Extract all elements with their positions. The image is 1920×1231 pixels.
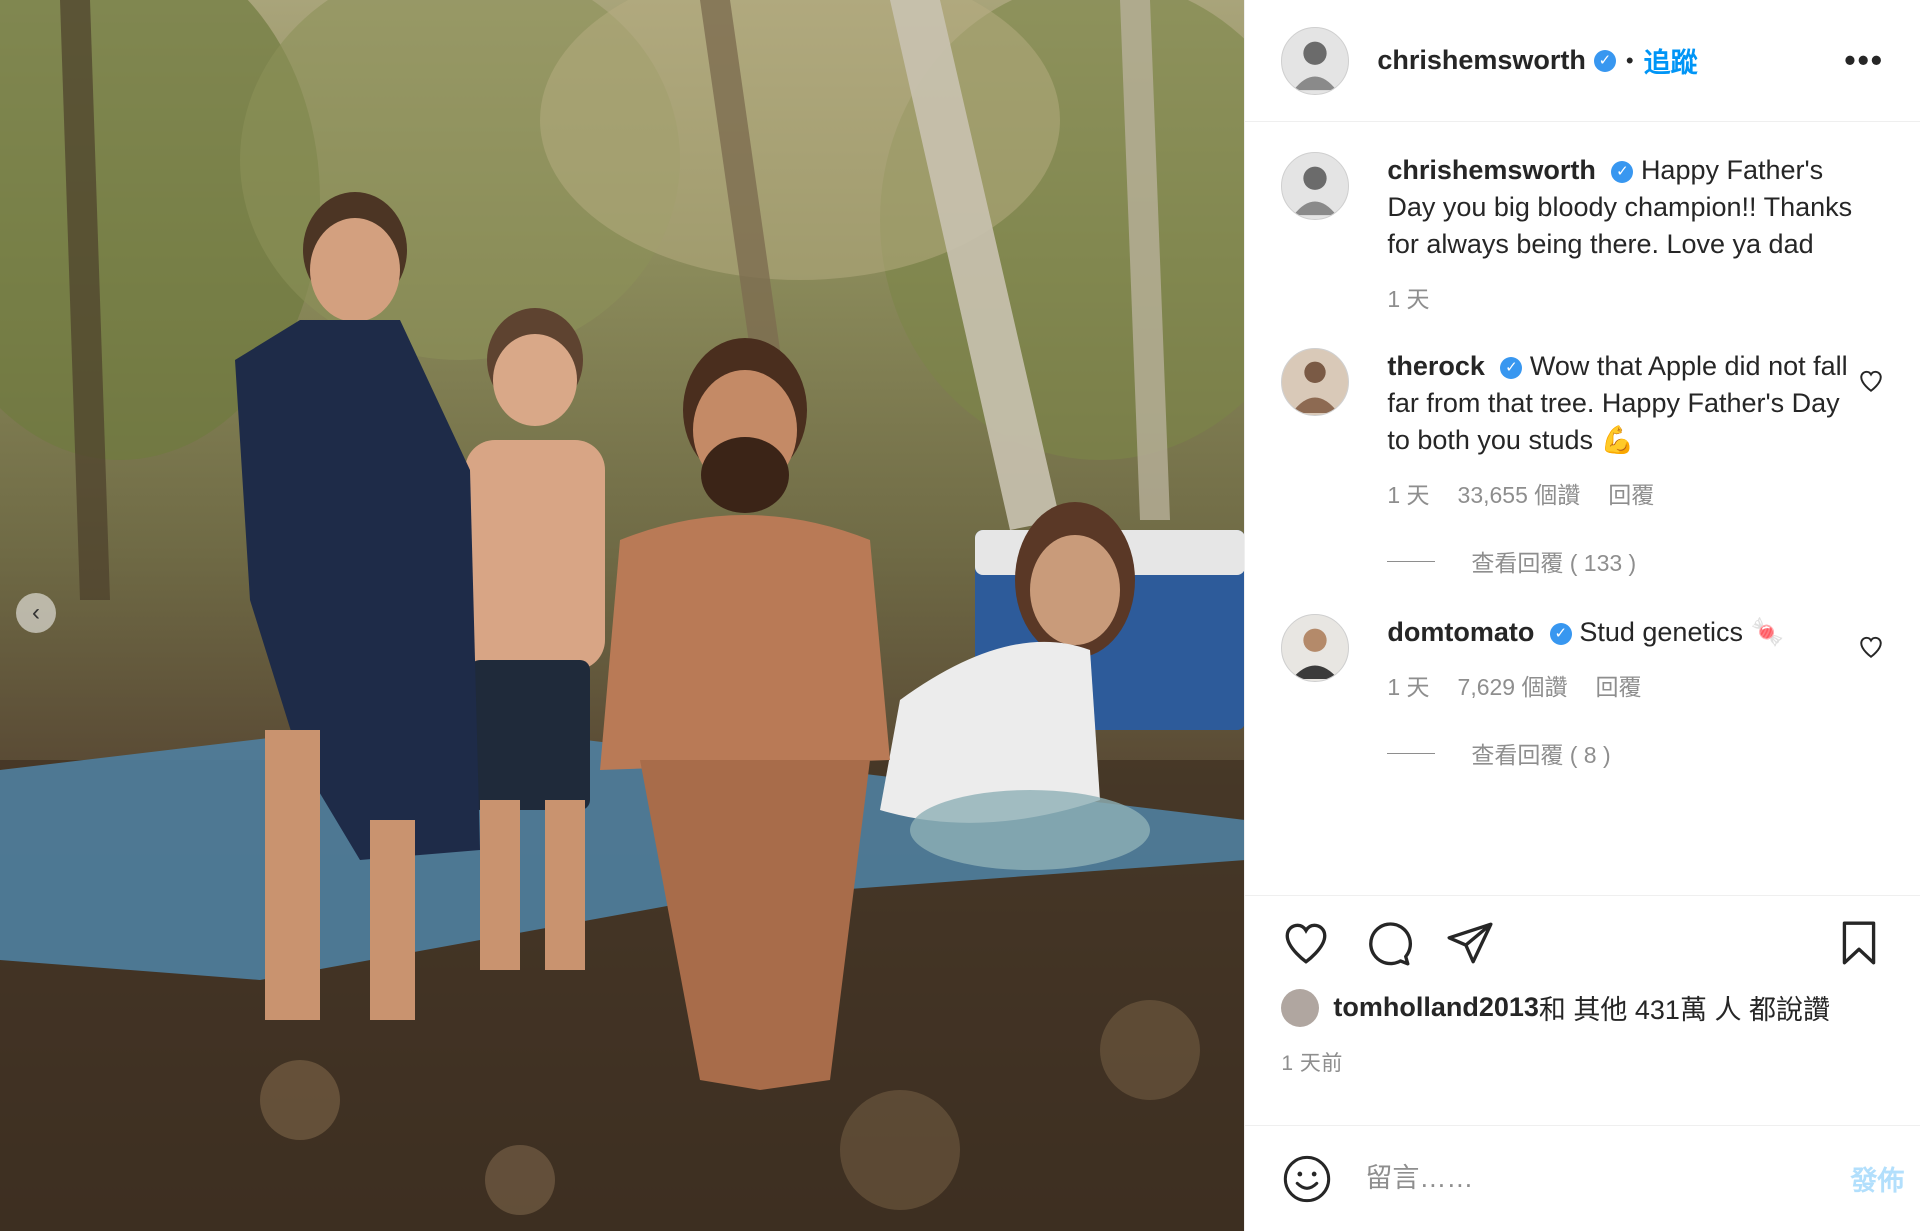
comments-list[interactable]: chrishemsworth ✓ Happy Father's Day you …	[1245, 122, 1920, 895]
comment-meta: 1 天 7,629 個讚 回覆	[1387, 669, 1857, 706]
view-replies-label: 查看回覆 ( 133 )	[1471, 550, 1637, 576]
family-photo-illustration	[0, 0, 1245, 1231]
view-replies-label: 查看回覆 ( 8 )	[1471, 742, 1611, 768]
caption-body: chrishemsworth ✓ Happy Father's Day you …	[1387, 152, 1857, 318]
action-icons	[1281, 918, 1884, 968]
commenter-avatar-therock[interactable]	[1281, 348, 1350, 416]
view-replies-button[interactable]: 查看回覆 ( 133 )	[1387, 544, 1884, 578]
caption-meta: 1 天	[1387, 281, 1857, 318]
verified-badge-icon: ✓	[1611, 160, 1634, 183]
commenter-avatar-domtomato[interactable]	[1281, 614, 1350, 682]
avatar-portrait-icon	[1282, 615, 1349, 681]
post-photo[interactable]: ‹	[0, 0, 1245, 1231]
reply-button[interactable]: 回覆	[1608, 477, 1654, 514]
caption-author-avatar[interactable]	[1281, 152, 1350, 220]
like-heart-icon[interactable]	[1281, 918, 1331, 968]
like-comment-heart-icon[interactable]	[1858, 368, 1884, 394]
comment-item: domtomato ✓ Stud genetics 🍬 1 天 7,629 個讚…	[1281, 614, 1884, 706]
add-comment-bar: 發佈	[1245, 1125, 1920, 1231]
author-avatar[interactable]	[1281, 26, 1350, 95]
share-paper-plane-icon[interactable]	[1445, 918, 1495, 968]
view-replies-button[interactable]: 查看回覆 ( 8 )	[1387, 736, 1884, 770]
reply-button[interactable]: 回覆	[1595, 669, 1641, 706]
caption-comment: chrishemsworth ✓ Happy Father's Day you …	[1281, 152, 1884, 318]
comment-age[interactable]: 1 天	[1387, 477, 1429, 514]
comment-body: domtomato ✓ Stud genetics 🍬 1 天 7,629 個讚…	[1387, 614, 1857, 706]
comment-age[interactable]: 1 天	[1387, 669, 1429, 706]
comment-text: Stud genetics 🍬	[1579, 617, 1785, 647]
avatar-portrait-icon	[1282, 27, 1349, 94]
verified-badge-icon: ✓	[1500, 356, 1523, 379]
avatar-portrait-icon	[1282, 153, 1349, 219]
post-header: chrishemsworth ✓ • 追蹤 •••	[1245, 0, 1920, 122]
comment-input[interactable]	[1363, 1162, 1851, 1195]
like-comment-heart-icon[interactable]	[1858, 634, 1884, 660]
carousel-prev-button[interactable]: ‹	[16, 593, 56, 633]
comment-like-count[interactable]: 7,629 個讚	[1458, 669, 1568, 706]
post-actions: tomholland2013 和 其他 431萬 人 都說讚 1 天前	[1245, 895, 1920, 1125]
more-options-icon[interactable]: •••	[1844, 42, 1884, 79]
post-comment-button[interactable]: 發佈	[1850, 1159, 1904, 1198]
save-bookmark-icon[interactable]	[1834, 918, 1884, 968]
liker-username[interactable]: tomholland2013	[1333, 992, 1539, 1023]
caption-username[interactable]: chrishemsworth	[1387, 155, 1596, 185]
likes-rest-text[interactable]: 和 其他 431萬 人 都說讚	[1539, 988, 1830, 1027]
comment-item: therock ✓ Wow that Apple did not fall fa…	[1281, 348, 1884, 514]
author-username[interactable]: chrishemsworth	[1377, 45, 1586, 76]
comment-username[interactable]: therock	[1387, 351, 1485, 381]
comment-bubble-icon[interactable]	[1363, 918, 1413, 968]
verified-badge-icon: ✓	[1593, 49, 1616, 72]
comment-like-count[interactable]: 33,655 個讚	[1458, 477, 1581, 514]
post-timestamp[interactable]: 1 天前	[1281, 1047, 1884, 1077]
comment-username[interactable]: domtomato	[1387, 617, 1534, 647]
liker-avatar[interactable]	[1281, 988, 1320, 1027]
emoji-smiley-icon[interactable]	[1281, 1153, 1333, 1205]
replies-divider-line	[1387, 560, 1436, 562]
avatar-portrait-icon	[1282, 349, 1349, 415]
verified-badge-icon: ✓	[1549, 622, 1572, 645]
instagram-post-view: ‹ chrishemsworth ✓ • 追蹤 ••• chrishemswor…	[0, 0, 1920, 1231]
caption-age[interactable]: 1 天	[1387, 281, 1429, 318]
likes-summary: tomholland2013 和 其他 431萬 人 都說讚	[1281, 988, 1884, 1027]
follow-button[interactable]: 追蹤	[1644, 41, 1698, 80]
comment-body: therock ✓ Wow that Apple did not fall fa…	[1387, 348, 1857, 514]
separator-dot: •	[1625, 47, 1634, 73]
replies-divider-line	[1387, 752, 1436, 754]
post-details-panel: chrishemsworth ✓ • 追蹤 ••• chrishemsworth	[1244, 0, 1920, 1231]
comment-meta: 1 天 33,655 個讚 回覆	[1387, 477, 1857, 514]
chevron-left-icon: ‹	[32, 599, 40, 626]
